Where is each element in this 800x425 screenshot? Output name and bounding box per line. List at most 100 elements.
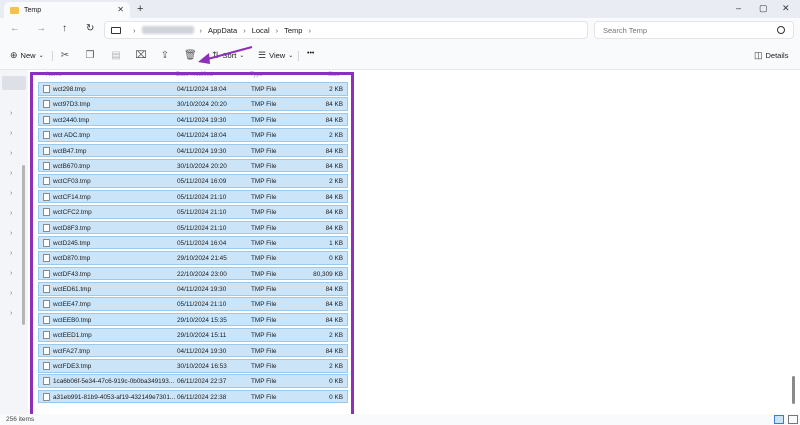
file-icon (43, 392, 50, 401)
file-row[interactable]: wctD8F3.tmp 05/11/2024 21:10 TMP File 84 KB (38, 220, 348, 235)
file-row[interactable]: 1ca6b06f-5e34-47c6-919c-0b0ba349193... 06… (38, 374, 348, 388)
new-tab-button[interactable]: + (137, 3, 143, 15)
details-view-button[interactable] (774, 415, 784, 424)
file-row[interactable]: wctB47.tmp 04/11/2024 19:30 TMP File 84 KB (38, 143, 348, 158)
breadcrumb-appdata[interactable]: AppData (208, 26, 237, 35)
file-row[interactable]: wctDF43.tmp 22/10/2024 23:00 TMP File 80,30… (38, 266, 348, 281)
file-date-modified: 04/11/2024 19:30 (177, 147, 227, 155)
column-header-size[interactable]: Size (328, 72, 340, 78)
expand-chevron-icon[interactable]: › (10, 210, 12, 217)
tiles-view-button[interactable] (788, 415, 798, 424)
breadcrumb-local[interactable]: Local (252, 26, 270, 35)
file-name: wctB670.tmp (53, 162, 90, 170)
new-button[interactable]: ⊕ New ⌄ (10, 50, 44, 61)
file-row[interactable]: wctFA27.tmp 04/11/2024 19:30 TMP File 84 KB (38, 343, 348, 358)
back-button[interactable]: ← (10, 23, 20, 34)
expand-chevron-icon[interactable]: › (10, 150, 12, 157)
computer-icon (111, 26, 121, 34)
address-row: ← → ↑ ↻ › › AppData › Local › Temp › (0, 18, 800, 42)
file-row[interactable]: wct298.tmp 04/11/2024 18:04 TMP File 2 KB (38, 82, 348, 96)
file-icon (43, 254, 50, 263)
expand-chevron-icon[interactable]: › (10, 170, 12, 177)
folder-icon (10, 6, 19, 14)
file-date-modified: 05/11/2024 21:10 (177, 301, 227, 309)
file-date-modified: 06/11/2024 22:37 (177, 378, 227, 386)
rename-icon[interactable]: ⌧ (135, 50, 147, 62)
file-name: wctEEB0.tmp (53, 316, 92, 324)
expand-chevron-icon[interactable]: › (10, 110, 12, 117)
chevron-down-icon: ⌄ (288, 53, 294, 59)
expand-chevron-icon[interactable]: › (10, 230, 12, 237)
expand-chevron-icon[interactable]: › (10, 190, 12, 197)
close-window-button[interactable]: ✕ (782, 3, 790, 14)
paste-icon[interactable]: ▤ (110, 50, 122, 62)
sidebar-selected-item[interactable] (2, 76, 26, 90)
file-row[interactable]: wctED61.tmp 04/11/2024 19:30 TMP File 84 KB (38, 282, 348, 296)
file-row[interactable]: wct ADC.tmp 04/11/2024 18:04 TMP File 2 KB (38, 128, 348, 142)
breadcrumb-temp[interactable]: Temp (284, 26, 302, 35)
file-row[interactable]: wctD870.tmp 29/10/2024 21:45 TMP File 0 KB (38, 251, 348, 265)
maximize-button[interactable]: ▢ (759, 3, 768, 14)
file-row[interactable]: wctEE47.tmp 05/11/2024 21:10 TMP File 84 KB (38, 297, 348, 311)
main-scrollbar[interactable] (792, 376, 795, 404)
search-input[interactable] (603, 25, 763, 35)
search-box[interactable] (594, 21, 794, 39)
file-row[interactable]: wct97D3.tmp 30/10/2024 20:20 TMP File 84 KB (38, 97, 348, 111)
column-header-type[interactable]: Type (250, 72, 263, 78)
file-row[interactable]: wctEEB0.tmp 29/10/2024 15:35 TMP File 84 KB (38, 312, 348, 327)
file-size: 84 KB (325, 101, 343, 109)
more-options-button[interactable]: ••• (307, 50, 314, 57)
minimize-button[interactable]: – (736, 3, 741, 13)
file-row[interactable]: wctEED1.tmp 29/10/2024 15:11 TMP File 2 KB (38, 328, 348, 342)
view-button[interactable]: ☰ View ⌄ (258, 50, 293, 61)
sort-button[interactable]: ⇅ Sort ⌄ (212, 50, 244, 61)
refresh-button[interactable]: ↻ (86, 23, 94, 34)
sort-icon: ⇅ (212, 50, 220, 60)
file-icon (43, 177, 50, 186)
file-row[interactable]: wctFDE3.tmp 30/10/2024 16:53 TMP File 2 KB (38, 359, 348, 373)
file-date-modified: 30/10/2024 20:20 (177, 162, 227, 170)
address-bar[interactable]: › › AppData › Local › Temp › (104, 21, 588, 39)
file-type: TMP File (251, 86, 277, 93)
details-button[interactable]: ◫ Details (754, 50, 788, 61)
file-row[interactable]: wctCFC2.tmp 05/11/2024 21:10 TMP File 84 KB (38, 205, 348, 219)
close-tab-icon[interactable]: ✕ (117, 5, 124, 14)
file-type: TMP File (251, 209, 277, 217)
column-header-name[interactable]: Name (46, 72, 62, 78)
file-date-modified: 30/10/2024 16:53 (177, 363, 227, 371)
expand-chevron-icon[interactable]: › (10, 130, 12, 137)
file-type: TMP File (251, 116, 277, 124)
share-icon[interactable]: ⇪ (159, 50, 171, 62)
file-row[interactable]: wctD245.tmp 05/11/2024 16:04 TMP File 1 KB (38, 235, 348, 250)
toolbar-divider (298, 51, 299, 61)
file-row[interactable]: wct2440.tmp 04/11/2024 19:30 TMP File 84 KB (38, 112, 348, 127)
file-date-modified: 05/11/2024 16:09 (177, 178, 227, 186)
new-label: New (20, 51, 36, 60)
file-type: TMP File (251, 270, 277, 278)
file-name: wctFDE3.tmp (53, 363, 92, 371)
forward-button[interactable]: → (36, 23, 46, 34)
expand-chevron-icon[interactable]: › (10, 290, 12, 297)
file-name: wctFA27.tmp (53, 347, 90, 355)
file-type: TMP File (251, 393, 277, 401)
breadcrumb-separator: › (308, 25, 311, 35)
file-name: wctEE47.tmp (53, 301, 91, 309)
delete-icon[interactable]: 🗑 (184, 50, 197, 62)
cut-icon[interactable]: ✂ (59, 50, 71, 62)
file-row[interactable]: wctB670.tmp 30/10/2024 20:20 TMP File 84 KB (38, 158, 348, 173)
file-row[interactable]: wctCF14.tmp 05/11/2024 21:10 TMP File 84 KB (38, 189, 348, 204)
copy-icon[interactable]: ❐ (84, 50, 96, 62)
sidebar-scrollbar[interactable] (22, 165, 25, 325)
expand-chevron-icon[interactable]: › (10, 310, 12, 317)
expand-chevron-icon[interactable]: › (10, 250, 12, 257)
file-icon (43, 377, 50, 386)
column-header-date[interactable]: Date modified (176, 72, 213, 78)
file-row[interactable]: wctCF03.tmp 05/11/2024 16:09 TMP File 2 KB (38, 174, 348, 188)
up-button[interactable]: ↑ (62, 23, 67, 34)
file-size: 84 KB (325, 224, 343, 232)
expand-chevron-icon[interactable]: › (10, 270, 12, 277)
details-pane-icon: ◫ (754, 50, 763, 60)
tab-temp[interactable]: Temp ✕ (4, 2, 130, 18)
file-row[interactable]: a31eb991-81b9-4053-af19-432149e7301... 06… (38, 389, 348, 404)
file-icon (43, 223, 50, 232)
